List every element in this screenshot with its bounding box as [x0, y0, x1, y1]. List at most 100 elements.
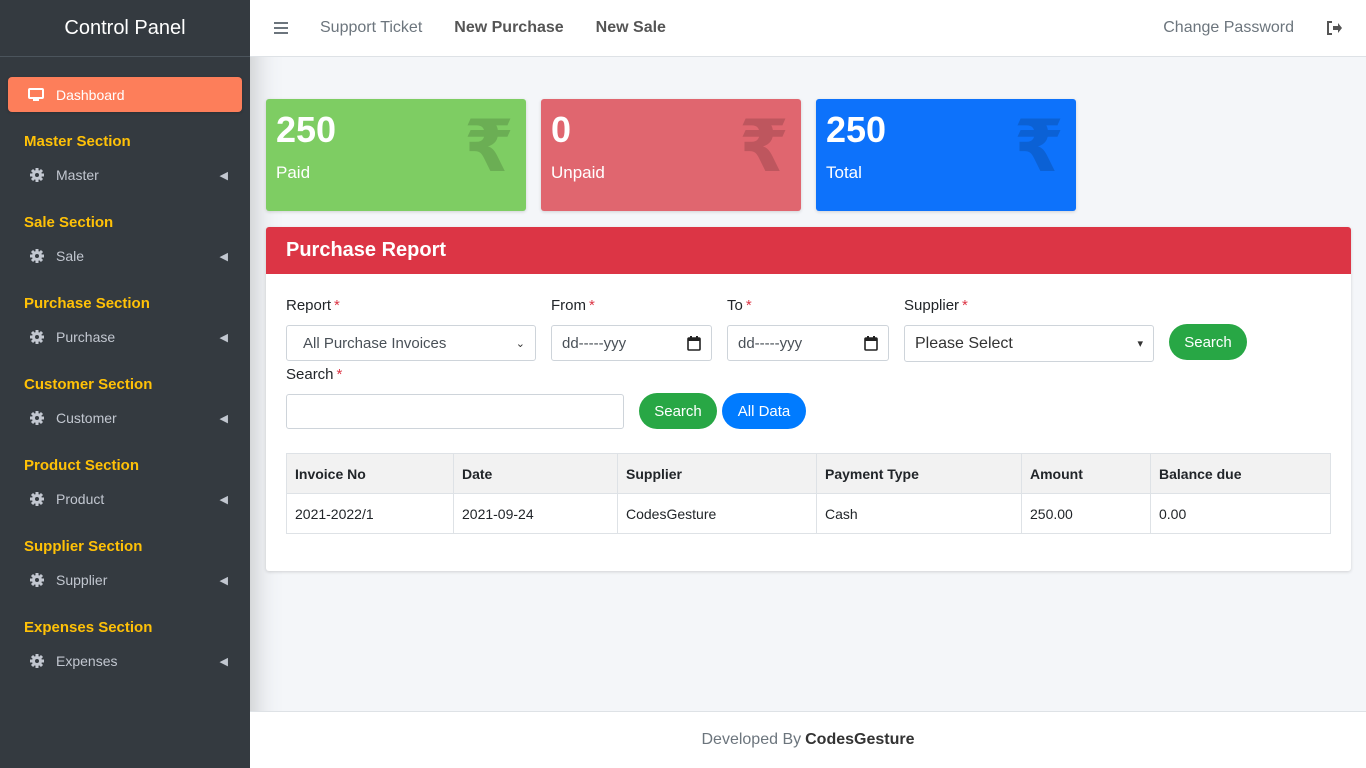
from-date-placeholder: dd-----yyy	[562, 334, 627, 352]
footer-prefix: Developed By	[701, 731, 802, 748]
to-label: To *	[727, 297, 752, 314]
supplier-label-text: Supplier	[904, 297, 960, 314]
to-date-input[interactable]: dd-----yyy	[727, 325, 889, 361]
sidebar-item-sale[interactable]: Sale ◀	[0, 239, 250, 273]
to-label-text: To	[727, 297, 743, 314]
required-mark: *	[745, 297, 752, 314]
from-date-input[interactable]: dd-----yyy	[551, 325, 712, 361]
required-mark: *	[336, 366, 343, 383]
table-cell: 2021-2022/1	[286, 493, 454, 534]
sidebar-item-expenses[interactable]: Expenses ◀	[0, 644, 250, 678]
top-navbar: Support Ticket New Purchase New Sale Cha…	[250, 0, 1366, 57]
sidebar-section-sale: Sale Section Sale ◀	[0, 213, 250, 273]
column-header[interactable]: Amount	[1021, 453, 1151, 494]
report-label-text: Report	[286, 297, 332, 314]
sidebar-section-expenses: Expenses Section Expenses ◀	[0, 618, 250, 678]
supplier-select[interactable]: Please Select ▾	[904, 325, 1154, 362]
search-field[interactable]	[286, 394, 624, 429]
sidebar-section-master: Master Section Master ◀	[0, 132, 250, 192]
sidebar-item-product[interactable]: Product ◀	[0, 482, 250, 516]
sidebar-item-label: Product	[56, 491, 105, 507]
stat-label: Paid	[276, 163, 311, 182]
search-label: Search *	[286, 366, 342, 383]
chevron-left-icon: ◀	[219, 250, 228, 263]
sidebar-item-label: Expenses	[56, 653, 118, 669]
purchase-report-card: Purchase Report Report * All Purchase Inv…	[266, 227, 1351, 571]
section-header: Sale Section	[24, 214, 114, 231]
chevron-left-icon: ◀	[219, 412, 228, 425]
footer-brand-link[interactable]: CodesGesture	[805, 731, 914, 749]
chevron-left-icon: ◀	[219, 169, 228, 182]
nav-link-new-purchase[interactable]: New Purchase	[454, 19, 563, 37]
stat-value: 0	[551, 109, 572, 150]
sidebar-section-customer: Customer Section Customer ◀	[0, 375, 250, 435]
sidebar-section-purchase: Purchase Section Purchase ◀	[0, 294, 250, 354]
search-submit-button[interactable]: Search	[639, 393, 717, 429]
sidebar-item-purchase[interactable]: Purchase ◀	[0, 320, 250, 354]
calendar-icon[interactable]	[864, 335, 878, 351]
table-header-row: Invoice No Date Supplier Payment Type Am…	[286, 453, 1331, 494]
table-cell: Cash	[816, 493, 1022, 534]
stat-value: 250	[276, 109, 337, 150]
column-header[interactable]: Balance due	[1150, 453, 1331, 494]
navbar-right: Change Password	[1163, 19, 1366, 37]
sidebar-item-supplier[interactable]: Supplier ◀	[0, 563, 250, 597]
stat-label: Total	[826, 163, 862, 182]
gear-icon	[30, 573, 44, 587]
table-row[interactable]: 2021-2022/1 2021-09-24 CodesGesture Cash…	[286, 493, 1331, 534]
from-label: From *	[551, 297, 595, 314]
sidebar-section-product: Product Section Product ◀	[0, 456, 250, 516]
table-cell: 0.00	[1150, 493, 1331, 534]
sidebar-item-label: Supplier	[56, 572, 108, 588]
caret-down-icon: ▾	[1137, 338, 1143, 350]
supplier-label: Supplier *	[904, 297, 968, 314]
chevron-left-icon: ◀	[219, 331, 228, 344]
column-header[interactable]: Invoice No	[286, 453, 454, 494]
section-header: Purchase Section	[24, 295, 150, 312]
rupee-icon: ₹	[738, 107, 789, 187]
column-header[interactable]: Supplier	[617, 453, 817, 494]
brand-title[interactable]: Control Panel	[0, 0, 250, 57]
stat-card-total: 250 Total ₹	[816, 99, 1076, 211]
nav-link-change-password[interactable]: Change Password	[1163, 19, 1294, 37]
search-button[interactable]: Search	[1169, 324, 1247, 360]
sidebar: Control Panel Dashboard Master Section M…	[0, 0, 250, 768]
chevron-left-icon: ◀	[219, 574, 228, 587]
report-select-value: All Purchase Invoices	[303, 334, 447, 352]
search-label-text: Search	[286, 366, 334, 383]
section-header: Master Section	[24, 133, 131, 150]
main-content: 250 Paid ₹ 0 Unpaid ₹ 250 Total ₹ Purcha…	[250, 57, 1366, 711]
chevron-left-icon: ◀	[219, 655, 228, 668]
hamburger-menu-icon[interactable]	[274, 22, 288, 34]
search-input[interactable]	[297, 403, 613, 420]
section-header: Customer Section	[24, 376, 153, 393]
section-header: Expenses Section	[24, 619, 153, 636]
calendar-icon[interactable]	[687, 335, 701, 351]
table-cell: 2021-09-24	[453, 493, 618, 534]
gear-icon	[30, 168, 44, 182]
required-mark: *	[334, 297, 340, 314]
nav-link-support-ticket[interactable]: Support Ticket	[320, 19, 422, 37]
gear-icon	[30, 492, 44, 506]
sidebar-item-label: Master	[56, 167, 99, 183]
sidebar-section-supplier: Supplier Section Supplier ◀	[0, 537, 250, 597]
all-data-button[interactable]: All Data	[722, 393, 806, 429]
column-header[interactable]: Date	[453, 453, 618, 494]
table-cell: CodesGesture	[617, 493, 817, 534]
card-title: Purchase Report	[266, 227, 1351, 274]
supplier-select-value: Please Select	[915, 334, 1013, 352]
stat-value: 250	[826, 109, 887, 150]
gear-icon	[30, 411, 44, 425]
section-header: Supplier Section	[24, 538, 143, 555]
sidebar-item-customer[interactable]: Customer ◀	[0, 401, 250, 435]
sidebar-item-label: Dashboard	[56, 86, 125, 103]
column-header[interactable]: Payment Type	[816, 453, 1022, 494]
report-select[interactable]: All Purchase Invoices ⌄	[286, 325, 536, 361]
sidebar-item-label: Sale	[56, 248, 85, 264]
sidebar-item-master[interactable]: Master ◀	[0, 158, 250, 192]
sidebar-item-dashboard[interactable]: Dashboard	[8, 77, 242, 112]
sidebar-item-label: Purchase	[56, 329, 116, 345]
rupee-icon: ₹	[1013, 107, 1064, 187]
nav-link-new-sale[interactable]: New Sale	[596, 19, 666, 37]
sign-out-icon[interactable]	[1326, 21, 1342, 35]
